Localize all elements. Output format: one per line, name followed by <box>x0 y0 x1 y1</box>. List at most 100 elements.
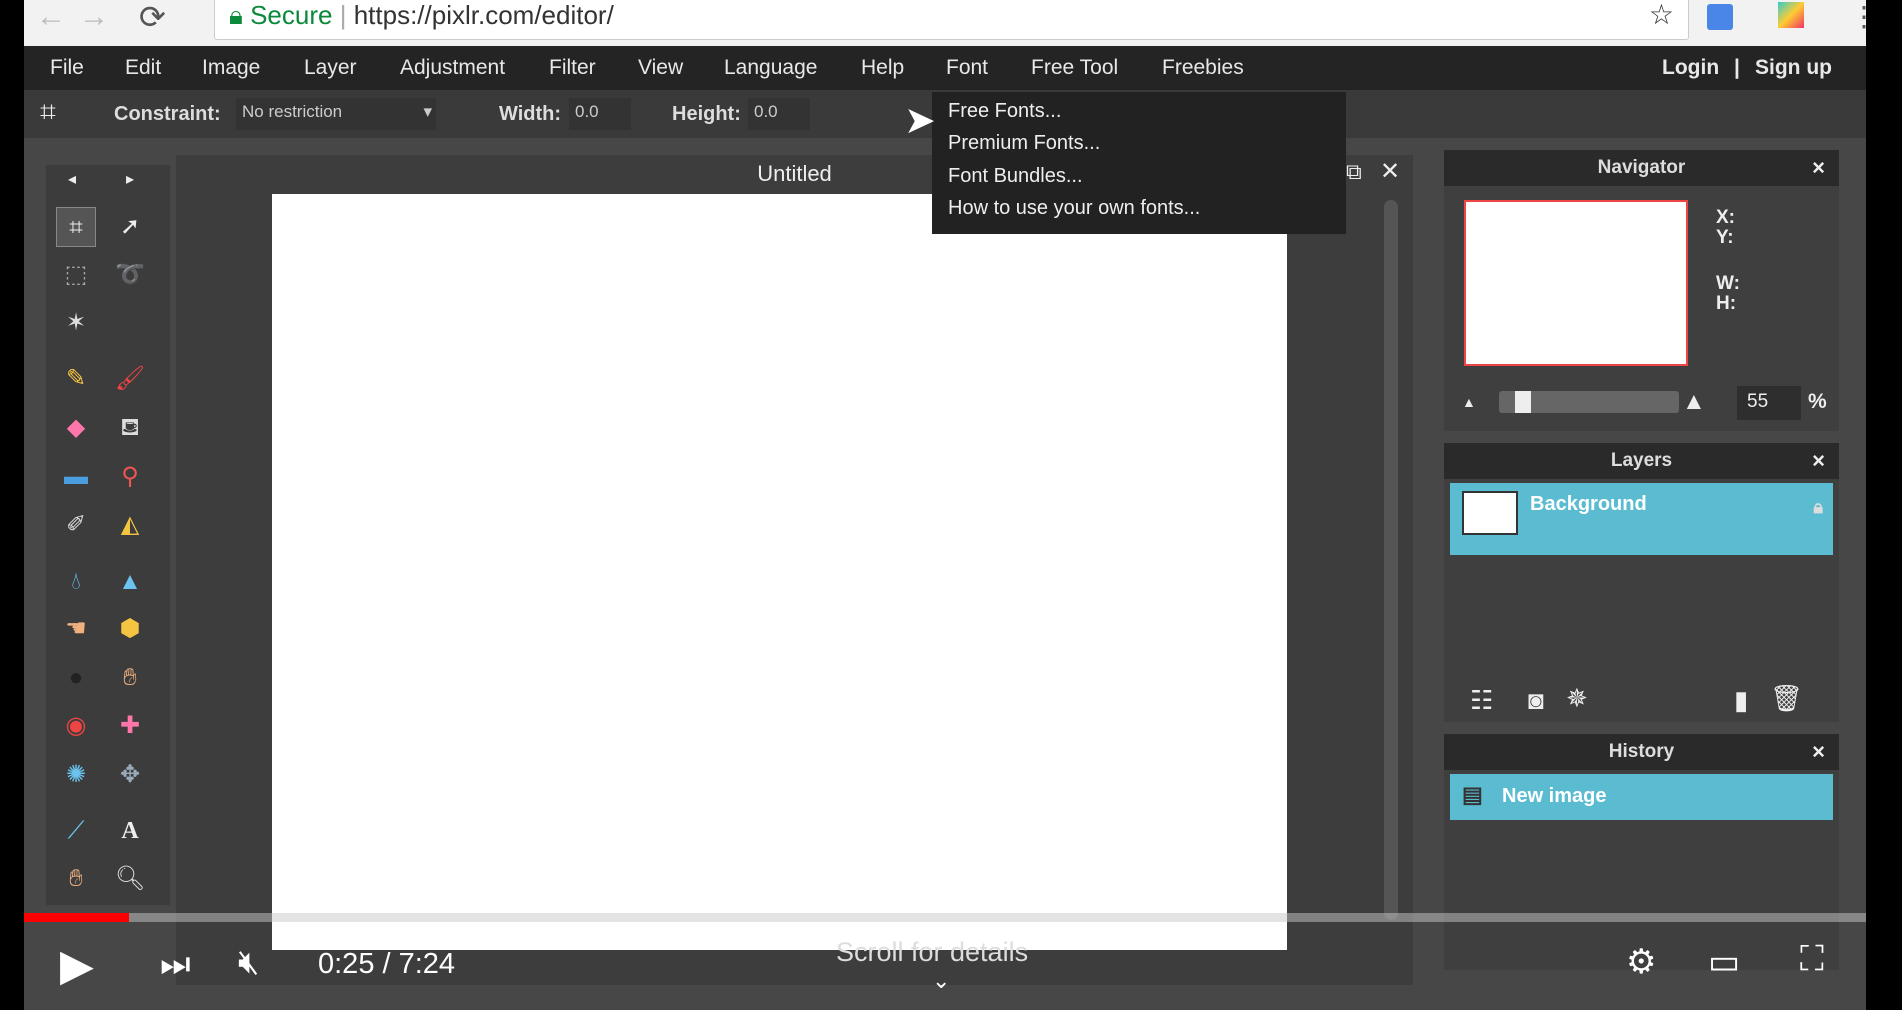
more-icon[interactable]: ⋮ <box>1850 0 1878 33</box>
menu-font[interactable]: Font <box>946 56 988 80</box>
crop-tool-icon[interactable]: ⌗ <box>56 207 96 247</box>
play-icon[interactable]: ▶ <box>60 940 94 991</box>
secure-label: Secure <box>250 0 333 30</box>
maximize-icon[interactable]: ⧉ <box>1346 159 1362 185</box>
burn-icon[interactable]: ✋︎ <box>110 658 150 698</box>
menu-layer[interactable]: Layer <box>304 56 357 80</box>
menu-free-tool[interactable]: Free Tool <box>1031 56 1118 80</box>
trash-icon[interactable]: 🗑︎ <box>1770 683 1803 714</box>
sharpen-icon[interactable]: ▲ <box>110 562 150 602</box>
tools-panel: ◂ ▸ ⌗ ➚ ⬚ ➰ ✶ ✎ 🖌︎ ◆ ⛾ ▬ ⚲ ✐ ◭ 💧︎ ▲ ☚ ⬢ … <box>46 165 170 905</box>
exit-fullscreen-icon[interactable]: ⛶ <box>1800 940 1824 979</box>
menu-item-font-bundles[interactable]: Font Bundles... <box>948 165 1083 188</box>
zoom-input[interactable]: 55 <box>1737 386 1801 420</box>
zoom-slider[interactable] <box>1499 391 1679 413</box>
bloat-icon[interactable]: ✺ <box>56 755 96 795</box>
zoom-slider-thumb[interactable] <box>1515 391 1532 413</box>
menu-image[interactable]: Image <box>202 56 260 80</box>
eraser-icon[interactable]: ◆ <box>56 408 96 448</box>
w-label: W: <box>1716 273 1740 294</box>
menu-item-free-fonts[interactable]: Free Fonts... <box>948 100 1061 123</box>
constraint-select[interactable]: No restriction ▾ <box>236 98 436 130</box>
paint-bucket-icon[interactable]: ⛾ <box>110 408 150 448</box>
smudge-icon[interactable]: ☚ <box>56 609 96 649</box>
crop-icon: ⌗ <box>40 96 56 127</box>
new-layer-icon[interactable]: ▮ <box>1734 685 1748 716</box>
panel-title: Navigator <box>1597 157 1686 178</box>
menu-file[interactable]: File <box>50 56 84 80</box>
close-icon[interactable]: × <box>1812 734 1825 770</box>
history-panel: History × ▤ New image <box>1444 734 1839 970</box>
text-tool-icon[interactable]: A <box>110 811 150 851</box>
mute-icon[interactable]: 🔇︎ <box>238 943 259 982</box>
menu-language[interactable]: Language <box>724 56 817 80</box>
menu-view[interactable]: View <box>638 56 683 80</box>
menubar: File Edit Image Layer Adjustment Filter … <box>24 46 1866 90</box>
dodge-icon[interactable]: ● <box>56 658 96 698</box>
menu-item-own-fonts[interactable]: How to use your own fonts... <box>948 197 1200 220</box>
chevron-down-icon[interactable]: ⌄ <box>932 968 950 994</box>
zoom-tool-icon[interactable]: 🔍︎ <box>110 859 150 899</box>
extension-icon[interactable] <box>1707 4 1733 30</box>
color-picker-icon[interactable]: ⟋ <box>56 811 96 851</box>
close-icon[interactable]: ✕ <box>1380 157 1400 186</box>
canvas[interactable] <box>272 194 1287 950</box>
layer-row[interactable]: Background 🔒︎ <box>1450 483 1833 555</box>
extension-icon[interactable] <box>1778 2 1804 28</box>
history-item-label: New image <box>1502 785 1607 807</box>
brush-icon[interactable]: 🖌︎ <box>110 359 150 399</box>
forward-icon[interactable]: → <box>79 0 109 34</box>
address-bar[interactable]: 🔒︎ Secure | https://pixlr.com/editor/ ☆ <box>214 0 1689 40</box>
arrow-right-icon[interactable]: ▸ <box>126 169 134 189</box>
move-tool-icon[interactable]: ➚ <box>110 207 150 247</box>
layer-settings-icon[interactable]: ☷ <box>1470 685 1493 716</box>
menu-filter[interactable]: Filter <box>549 56 596 80</box>
zoom-out-icon[interactable]: ▲ <box>1462 394 1476 410</box>
document-icon: ▤ <box>1462 782 1483 807</box>
gradient-icon[interactable]: ▬ <box>56 457 96 497</box>
signup-link[interactable]: Sign up <box>1755 56 1832 80</box>
zoom-in-icon[interactable]: ▲ <box>1682 388 1706 416</box>
hand-tool-icon[interactable]: ✋︎ <box>56 859 96 899</box>
back-icon[interactable]: ← <box>36 0 66 34</box>
login-link[interactable]: Login <box>1662 56 1719 80</box>
settings-icon[interactable]: ⚙ <box>1626 942 1656 982</box>
clone-stamp-icon[interactable]: ⚲ <box>110 457 150 497</box>
reload-icon[interactable]: ⟳ <box>139 0 166 36</box>
history-item[interactable]: ▤ New image <box>1450 774 1833 820</box>
menu-item-premium-fonts[interactable]: Premium Fonts... <box>948 132 1100 155</box>
spot-heal-icon[interactable]: ✚ <box>110 706 150 746</box>
height-input[interactable]: 0.0 <box>748 98 810 130</box>
menu-edit[interactable]: Edit <box>125 56 161 80</box>
lasso-tool-icon[interactable]: ➰ <box>110 255 150 295</box>
menu-help[interactable]: Help <box>861 56 904 80</box>
arrow-left-icon[interactable]: ◂ <box>68 169 76 189</box>
width-input[interactable]: 0.0 <box>569 98 631 130</box>
next-icon[interactable]: ⏭︎ <box>160 945 191 984</box>
close-icon[interactable]: × <box>1812 443 1825 479</box>
drawing-icon[interactable]: ◭ <box>110 505 150 545</box>
lock-icon[interactable]: 🔒︎ <box>1813 497 1823 518</box>
layer-mask-icon[interactable]: ◙ <box>1528 685 1544 716</box>
star-icon[interactable]: ☆ <box>1649 0 1674 35</box>
menu-adjustment[interactable]: Adjustment <box>400 56 505 80</box>
pinch-icon[interactable]: ✥ <box>110 755 150 795</box>
red-eye-icon[interactable]: ◉ <box>56 706 96 746</box>
marquee-tool-icon[interactable]: ⬚ <box>56 255 96 295</box>
cast-icon[interactable]: ▭ <box>1708 942 1740 982</box>
blur-icon[interactable]: 💧︎ <box>56 562 96 602</box>
sponge-icon[interactable]: ⬢ <box>110 609 150 649</box>
pencil-icon[interactable]: ✎ <box>56 359 96 399</box>
scroll-hint[interactable]: Scroll for details <box>836 937 1028 968</box>
layer-effects-icon[interactable]: ✵ <box>1566 683 1588 714</box>
navigator-panel: Navigator × X: Y: W: H: ▲ ▲ 55 % <box>1444 150 1839 431</box>
chevron-down-icon: ▾ <box>423 102 432 121</box>
navigator-preview[interactable] <box>1464 200 1688 366</box>
close-icon[interactable]: × <box>1812 150 1825 186</box>
magic-wand-icon[interactable]: ✶ <box>56 303 96 343</box>
vertical-scrollbar[interactable] <box>1384 200 1398 920</box>
mouse-cursor-icon: ➤ <box>904 100 936 142</box>
menu-freebies[interactable]: Freebies <box>1162 56 1244 80</box>
color-replace-icon[interactable]: ✐ <box>56 505 96 545</box>
video-progress-bar[interactable] <box>24 913 1866 922</box>
